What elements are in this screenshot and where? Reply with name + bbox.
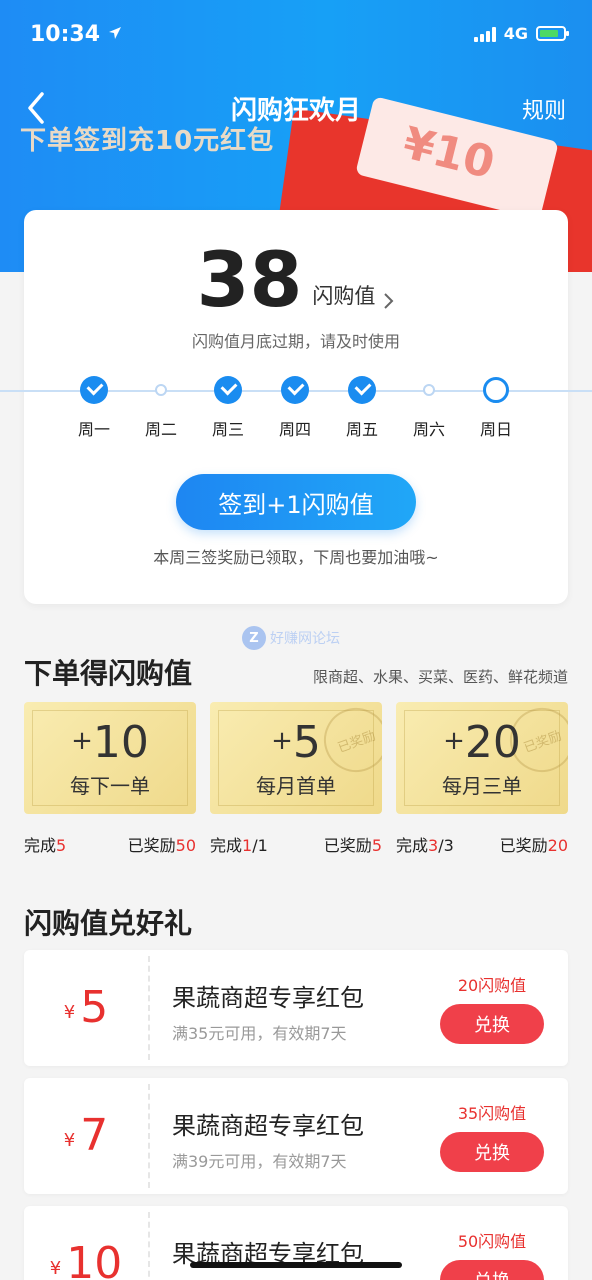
empty-dot-icon <box>415 376 443 404</box>
coupon-currency: ¥ <box>63 1002 76 1023</box>
coupon-card: ¥ 5 果蔬商超专享红包 满35元可用，有效期7天 20闪购值 兑换 <box>24 950 568 1066</box>
week-day-label: 周四 <box>278 420 311 439</box>
coupon-card: ¥ 10 果蔬商超专享红包 50闪购值 兑换 <box>24 1206 568 1280</box>
week-day: 周五 <box>332 376 392 440</box>
task-card[interactable]: +10 每下一单 <box>24 702 196 814</box>
reward-value: 5 <box>371 836 382 855</box>
points-unit: 闪购值 <box>312 284 376 308</box>
task-plus: + <box>71 726 93 756</box>
done-label: 完成 <box>24 836 57 855</box>
coupon-amount: 10 <box>66 1238 123 1280</box>
coupon-name: 果蔬商超专享红包 <box>172 984 364 1012</box>
coupon-currency: ¥ <box>49 1258 62 1279</box>
coupon-cost: 50闪购值 <box>457 1232 527 1251</box>
empty-dot-icon <box>147 376 175 404</box>
week-day-label: 周二 <box>144 420 177 439</box>
week-progress: 周一 周二 周三 周四 周五 周六 周日 <box>24 376 568 446</box>
task-plus: + <box>443 726 465 756</box>
points-value: 38 <box>196 235 303 324</box>
task-progress: 完成1/1 已奖励5 <box>210 832 382 855</box>
done-label: 完成 <box>396 836 429 855</box>
task-progress: 完成5 已奖励50 <box>24 832 196 855</box>
check-circle-icon <box>214 376 242 404</box>
done-total: /3 <box>438 836 454 855</box>
week-day: 周六 <box>399 376 459 440</box>
exchange-section-title: 闪购值兑好礼 <box>24 907 193 940</box>
order-section-title: 下单得闪购值 <box>24 657 193 690</box>
page-title: 闪购狂欢月 <box>230 96 361 126</box>
reward-label: 已奖励 <box>323 836 372 855</box>
coupon-cost: 35闪购值 <box>457 1104 527 1123</box>
points-display[interactable]: 38 闪购值 <box>24 240 568 320</box>
week-day: 周二 <box>131 376 191 440</box>
task-card[interactable]: 已奖励 +20 每月三单 <box>396 702 568 814</box>
week-day: 周一 <box>64 376 124 440</box>
task-progress: 完成3/3 已奖励20 <box>396 832 568 855</box>
task-plus: + <box>271 726 293 756</box>
rules-link[interactable]: 规则 <box>522 93 566 125</box>
week-day-label: 周日 <box>479 420 512 439</box>
battery-icon <box>536 26 569 41</box>
task-name: 每月三单 <box>442 774 522 798</box>
network-label: 4G <box>503 24 528 43</box>
expire-note: 闪购值月底过期，请及时使用 <box>191 332 400 351</box>
exchange-button[interactable]: 兑换 <box>440 1132 544 1172</box>
sign-in-card: 38 闪购值 闪购值月底过期，请及时使用 周一 周二 周三 周四 周五 周六 周日 签到+1… <box>0 210 592 604</box>
check-circle-icon <box>348 376 376 404</box>
status-time: 10:34 <box>30 22 122 47</box>
done-value: 3 <box>428 836 439 855</box>
coupon-desc: 满35元可用，有效期7天 <box>172 1024 347 1043</box>
status-bar: 10:34 4G <box>0 0 592 70</box>
task-name: 每下一单 <box>70 774 150 798</box>
sign-in-note: 本周三签奖励已领取，下周也要加油哦~ <box>153 548 439 567</box>
coupon-card: ¥ 7 果蔬商超专享红包 满39元可用，有效期7天 35闪购值 兑换 <box>24 1078 568 1194</box>
week-day: 周日 <box>466 376 526 440</box>
signal-icon <box>473 26 496 42</box>
task-value: 5 <box>292 717 321 768</box>
check-circle-icon <box>80 376 108 404</box>
today-circle-icon <box>482 376 510 404</box>
reward-value: 20 <box>547 836 568 855</box>
watermark: Z 好赚网论坛 <box>242 626 340 650</box>
week-day: 周三 <box>198 376 258 440</box>
week-day: 周四 <box>265 376 325 440</box>
done-value: 5 <box>56 836 67 855</box>
watermark-text: 好赚网论坛 <box>270 631 340 647</box>
check-circle-icon <box>281 376 309 404</box>
reward-value: 50 <box>175 836 196 855</box>
done-value: 1 <box>242 836 253 855</box>
order-section-subtitle: 限商超、水果、买菜、医药、鲜花频道 <box>312 668 568 686</box>
exchange-button[interactable]: 兑换 <box>440 1004 544 1044</box>
task-value: 20 <box>464 717 521 768</box>
location-arrow-icon <box>108 27 121 39</box>
watermark-logo-icon: Z <box>242 626 266 650</box>
task-card[interactable]: 已奖励 +5 每月首单 <box>210 702 382 814</box>
reward-label: 已奖励 <box>499 836 548 855</box>
task-name: 每月首单 <box>256 774 336 798</box>
coupon-desc: 满39元可用，有效期7天 <box>172 1152 347 1171</box>
week-day-label: 周六 <box>412 420 445 439</box>
sign-in-button[interactable]: 签到+1闪购值 <box>176 474 416 530</box>
reward-label: 已奖励 <box>127 836 176 855</box>
coupon-cost: 20闪购值 <box>457 976 527 995</box>
week-day-label: 周一 <box>77 420 110 439</box>
task-value: 10 <box>92 717 149 768</box>
coupon-amount: 5 <box>80 982 109 1033</box>
coupon-currency: ¥ <box>63 1130 76 1151</box>
chevron-right-icon <box>384 293 394 309</box>
coupon-amount: 7 <box>80 1110 109 1161</box>
done-label: 完成 <box>210 836 243 855</box>
week-day-label: 周五 <box>345 420 378 439</box>
exchange-button[interactable]: 兑换 <box>440 1260 544 1280</box>
week-day-label: 周三 <box>211 420 244 439</box>
coupon-name: 果蔬商超专享红包 <box>172 1112 364 1140</box>
navigation-bar: 闪购狂欢月 规则 <box>0 78 592 138</box>
home-indicator[interactable] <box>190 1262 402 1268</box>
done-total: /1 <box>252 836 268 855</box>
